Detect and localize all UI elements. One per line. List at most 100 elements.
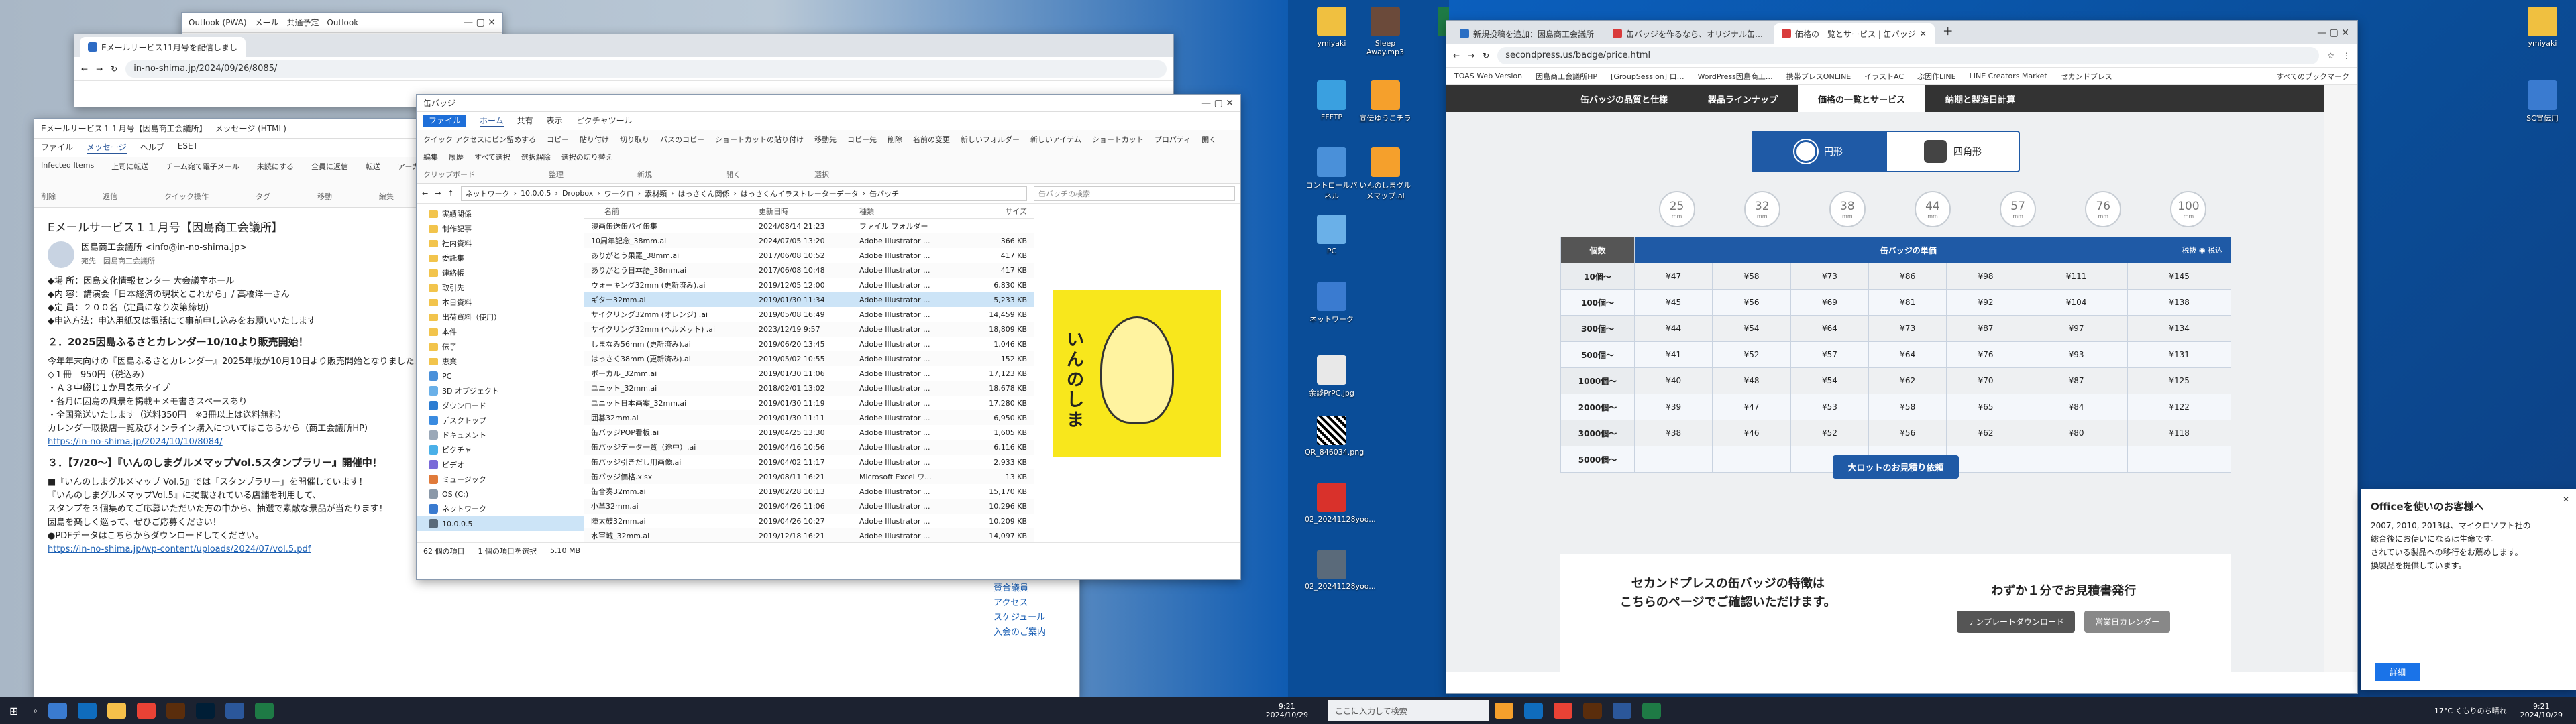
- nav-item[interactable]: 連絡帳: [417, 265, 584, 280]
- back-icon[interactable]: ←: [422, 189, 428, 198]
- desktop-icon-pdf[interactable]: 02_20241128yoo...: [1305, 483, 1376, 524]
- nav-link[interactable]: 製品ラインナップ: [1688, 85, 1798, 112]
- browser-window[interactable]: 新規投稿を追加：因島商工会議所 缶バッジを作るなら、オリジナル缶… 価格の一覧と…: [1446, 20, 2358, 694]
- tax-toggle[interactable]: 税抜 ◉ 税込: [2182, 245, 2231, 255]
- nav-item[interactable]: ドキュメント: [417, 428, 584, 442]
- crumb[interactable]: Dropbox: [562, 189, 593, 198]
- file-row[interactable]: ユニット_32mm.ai 2018/02/01 13:02 Adobe Illust…: [584, 381, 1034, 396]
- browser-tab[interactable]: 缶バッジを作るなら、オリジナル缶…: [1605, 23, 1772, 44]
- forward-icon[interactable]: →: [1468, 51, 1474, 60]
- forward-icon[interactable]: →: [96, 64, 103, 74]
- desktop-icon-pdf2[interactable]: 02_20241128yoo...: [1305, 550, 1376, 591]
- crumb[interactable]: ネットワーク: [466, 188, 510, 199]
- ribbon-item[interactable]: 未読にする: [257, 161, 294, 174]
- calendar-button[interactable]: 営業日カレンダー: [2084, 611, 2171, 633]
- ribbon-item[interactable]: 移動先: [814, 134, 837, 145]
- nav-item-pc[interactable]: PC: [417, 369, 584, 383]
- bookmark[interactable]: セカンドプレス: [2061, 71, 2112, 82]
- desktop-icon-gourmet-map[interactable]: いんのしまグルメマップ.ai: [1358, 147, 1412, 201]
- excel-icon[interactable]: [1642, 703, 1661, 719]
- file-row[interactable]: サイクリング32mm (オレンジ) .ai 2019/05/08 16:49 Ado…: [584, 307, 1034, 322]
- tab-picture-tools[interactable]: ピクチャツール: [576, 115, 633, 127]
- illustrator-icon[interactable]: [1583, 703, 1602, 719]
- file-row[interactable]: 缶バッジ価格.xlsx 2019/08/11 16:21 Microsoft Exc…: [584, 469, 1034, 484]
- side-link[interactable]: スケジュール: [994, 611, 1046, 625]
- taskbar-search-input[interactable]: ここに入力して検索: [1328, 700, 1489, 721]
- forward-icon[interactable]: →: [435, 189, 441, 198]
- nav-item[interactable]: ダウンロード: [417, 398, 584, 413]
- desktop-icon-user[interactable]: ymiyaki: [1305, 7, 1358, 48]
- outlook-icon[interactable]: [1524, 703, 1543, 719]
- template-download-button[interactable]: テンプレートダウンロード: [1957, 611, 2076, 633]
- browser-tab[interactable]: 新規投稿を追加：因島商工会議所: [1452, 23, 1603, 44]
- file-row[interactable]: 小草32mm.ai 2019/04/26 11:06 Adobe Illustrat…: [584, 499, 1034, 514]
- crumb[interactable]: はっさくんイラストレーターデータ: [741, 188, 859, 199]
- tab-home[interactable]: ホーム: [480, 115, 504, 127]
- ribbon-item[interactable]: 選択の切り替え: [561, 152, 613, 162]
- file-row[interactable]: 陣太鼓32mm.ai 2019/04/26 10:27 Adobe Illustra…: [584, 514, 1034, 528]
- window-controls[interactable]: — ▢ ✕: [2317, 27, 2357, 38]
- up-icon[interactable]: ↑: [447, 189, 453, 198]
- mail-from[interactable]: 因島商工会議所 <info@in-no-shima.jp>: [81, 241, 247, 255]
- ribbon-item[interactable]: 削除: [888, 134, 902, 145]
- window-controls[interactable]: — ▢ ✕: [464, 17, 496, 28]
- chrome-icon[interactable]: [1554, 703, 1572, 719]
- file-row[interactable]: しまなみ56mm (更新済み).ai 2019/06/20 13:45 Adobe …: [584, 337, 1034, 351]
- nav-item[interactable]: ミュージック: [417, 472, 584, 487]
- ribbon-item[interactable]: すべて選択: [474, 152, 511, 162]
- windows-start-icon[interactable]: ⊞: [9, 705, 18, 717]
- address-bar[interactable]: secondpress.us/badge/price.html: [1497, 46, 2320, 64]
- nav-item[interactable]: ピクチャ: [417, 442, 584, 457]
- bookmark[interactable]: 因島商工会議所HP: [1536, 71, 1597, 82]
- ribbon-item[interactable]: パスのコピー: [660, 134, 704, 145]
- nav-item-selected[interactable]: 10.0.0.5: [417, 516, 584, 531]
- clock-right[interactable]: 9:21 2024/10/29: [2520, 702, 2576, 719]
- bookmark[interactable]: イラストAC: [1864, 71, 1904, 82]
- clock-left[interactable]: 9:21 2024/10/29: [1266, 702, 1322, 719]
- ribbon-item[interactable]: コピー: [547, 134, 569, 145]
- file-row[interactable]: はっさく38mm (更新済み).ai 2019/05/02 10:55 Adobe …: [584, 351, 1034, 366]
- nav-item[interactable]: 本件: [417, 324, 584, 339]
- taskbar-app-icon[interactable]: [1495, 703, 1513, 719]
- crumb[interactable]: はっさくん関係: [678, 188, 730, 199]
- bulk-estimate-button[interactable]: 大ロットのお見積り依頼: [1833, 455, 1959, 479]
- nav-item[interactable]: ネットワーク: [417, 501, 584, 516]
- desktop-icon-pc[interactable]: PC: [1305, 215, 1358, 255]
- word-icon[interactable]: [1613, 703, 1631, 719]
- file-row[interactable]: 漫画缶送缶パイ缶集 2024/08/14 21:23 ファイル フォルダー: [584, 219, 1034, 233]
- bookmark[interactable]: LINE Creators Market: [1970, 72, 2047, 80]
- nav-link-active[interactable]: 価格の一覧とサービス: [1798, 85, 1926, 112]
- file-row[interactable]: ありがとう日本語_38mm.ai 2017/06/08 10:48 Adobe Il…: [584, 263, 1034, 278]
- reload-icon[interactable]: ↻: [111, 64, 117, 74]
- file-row[interactable]: 缶バッジPOP看板.ai 2019/04/25 13:30 Adobe Illust…: [584, 425, 1034, 440]
- word-icon[interactable]: [225, 703, 245, 719]
- file-row[interactable]: 缶バッジ引きだし用画像.ai 2019/04/02 11:17 Adobe Illu…: [584, 455, 1034, 469]
- scrollbar[interactable]: [2324, 85, 2357, 672]
- illustrator-icon[interactable]: [166, 703, 186, 719]
- ribbon-item[interactable]: 履歴: [449, 152, 464, 162]
- nav-item[interactable]: 本日資料: [417, 295, 584, 310]
- nav-link[interactable]: 納期と製造日計算: [1925, 85, 2035, 112]
- tab-view[interactable]: 表示: [547, 115, 563, 127]
- nav-item[interactable]: 恵業: [417, 354, 584, 369]
- window-controls[interactable]: — ▢ ✕: [1201, 98, 1234, 109]
- excel-icon[interactable]: [255, 703, 274, 719]
- nav-link[interactable]: 缶バッジの品質と仕様: [1560, 85, 1688, 112]
- nav-item[interactable]: 3D オブジェクト: [417, 383, 584, 398]
- desktop-icon-ffftp[interactable]: FFFTP: [1305, 80, 1358, 121]
- shape-square-button[interactable]: 四角形: [1886, 131, 2020, 172]
- back-icon[interactable]: ←: [81, 64, 88, 74]
- ribbon-item[interactable]: 新しいアイテム: [1030, 134, 1081, 145]
- photoshop-icon[interactable]: [196, 703, 215, 719]
- close-icon[interactable]: ✕: [2563, 495, 2569, 504]
- chrome-icon[interactable]: [137, 703, 156, 719]
- calendar-link[interactable]: https://in-no-shima.jp/2024/10/10/8084/: [48, 437, 223, 447]
- nav-item[interactable]: 実績関係: [417, 206, 584, 221]
- menu-icon[interactable]: ⋮: [2343, 51, 2351, 60]
- ribbon-item[interactable]: 切り取り: [620, 134, 649, 145]
- ribbon-item[interactable]: クイック アクセスにピン留めする: [423, 134, 536, 145]
- browser-tab-active[interactable]: 価格の一覧とサービス | 缶バッジ ✕: [1774, 23, 1935, 44]
- bookmark[interactable]: WordPress因島商工…: [1698, 71, 1773, 82]
- chrome-back-tab[interactable]: Eメールサービス11月号を配信しまし: [80, 37, 246, 57]
- ribbon-item[interactable]: ショートカット: [1092, 134, 1144, 145]
